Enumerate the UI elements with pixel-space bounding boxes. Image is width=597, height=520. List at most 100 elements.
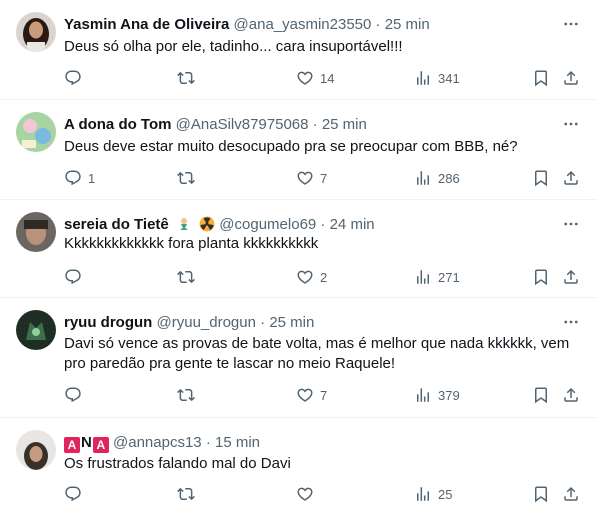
share-button[interactable] xyxy=(562,168,580,188)
views-button[interactable]: 25 xyxy=(414,484,452,504)
share-button[interactable] xyxy=(562,68,580,88)
bookmark-button[interactable] xyxy=(532,68,550,88)
separator: · xyxy=(312,116,318,133)
like-count: 2 xyxy=(320,269,328,285)
share-icon xyxy=(564,70,578,85)
user-handle[interactable]: @cogumelo69 xyxy=(219,216,316,233)
reply-button[interactable] xyxy=(64,385,88,405)
replies-feed: Yasmin Ana de Oliveira @ana_yasmin23550 … xyxy=(0,0,597,520)
reply-button[interactable] xyxy=(64,68,88,88)
tweet-header: A dona do Tom @AnaSilv87975068 · 25 min xyxy=(64,115,547,135)
avatar[interactable] xyxy=(16,310,56,350)
like-button[interactable]: 2 xyxy=(296,267,327,287)
timestamp[interactable]: 25 min xyxy=(322,116,367,133)
avatar[interactable] xyxy=(16,12,56,52)
view-count: 341 xyxy=(438,70,460,86)
views-button[interactable]: 379 xyxy=(414,385,460,405)
tweet-text: Kkkkkkkkkkkkk fora planta kkkkkkkkkk xyxy=(64,235,319,252)
tweet[interactable]: A dona do Tom @AnaSilv87975068 · 25 min … xyxy=(0,100,597,200)
user-handle[interactable]: @annapcs13 xyxy=(113,434,202,451)
bookmark-icon xyxy=(535,269,547,286)
like-button[interactable]: 14 xyxy=(296,68,334,88)
tweet-text: Davi só vence as provas de bate volta, m… xyxy=(64,335,570,372)
user-handle[interactable]: @ana_yasmin23550 xyxy=(234,16,372,33)
action-bar: 2 271 xyxy=(0,267,597,287)
view-count: 379 xyxy=(438,387,460,403)
action-bar: 25 xyxy=(0,484,597,504)
share-icon xyxy=(564,387,578,402)
reply-icon xyxy=(65,170,81,186)
display-name[interactable]: A dona do Tom xyxy=(64,116,171,133)
bookmark-icon xyxy=(535,387,547,404)
views-button[interactable]: 286 xyxy=(414,168,460,188)
share-button[interactable] xyxy=(562,484,580,504)
retweet-button[interactable] xyxy=(177,385,201,405)
separator: · xyxy=(205,434,211,451)
bookmark-icon xyxy=(535,70,547,87)
share-button[interactable] xyxy=(562,385,580,405)
retweet-icon xyxy=(177,388,195,402)
timestamp[interactable]: 24 min xyxy=(330,216,375,233)
retweet-button[interactable] xyxy=(177,267,201,287)
heart-icon xyxy=(297,388,313,402)
more-icon[interactable] xyxy=(559,212,583,236)
heart-icon xyxy=(297,171,313,185)
heart-icon xyxy=(297,71,313,85)
display-name[interactable]: Yasmin Ana de Oliveira xyxy=(64,16,229,33)
retweet-button[interactable] xyxy=(177,484,201,504)
views-icon xyxy=(417,487,429,501)
more-icon[interactable] xyxy=(559,310,583,334)
bookmark-icon xyxy=(535,170,547,187)
reply-button[interactable] xyxy=(64,484,88,504)
reply-count: 1 xyxy=(88,170,96,186)
tweet[interactable]: ryuu drogun @ryuu_drogun · 25 min Davi s… xyxy=(0,298,597,418)
timestamp[interactable]: 15 min xyxy=(215,434,260,451)
timestamp[interactable]: 25 min xyxy=(269,314,314,331)
reply-icon xyxy=(65,486,81,502)
display-name[interactable]: ryuu drogun xyxy=(64,314,152,331)
avatar[interactable] xyxy=(16,112,56,152)
bookmark-button[interactable] xyxy=(532,385,550,405)
reply-icon xyxy=(65,269,81,285)
display-name[interactable]: ANA xyxy=(64,434,109,453)
reply-button[interactable] xyxy=(64,267,88,287)
separator: · xyxy=(320,216,326,233)
timestamp[interactable]: 25 min xyxy=(385,16,430,33)
like-button[interactable] xyxy=(296,484,320,504)
user-handle[interactable]: @AnaSilv87975068 xyxy=(176,116,309,133)
tweet-text: Deus deve estar muito desocupado pra se … xyxy=(64,138,518,155)
tweet-header: ANA @annapcs13 · 15 min xyxy=(64,433,547,453)
action-bar: 7 379 xyxy=(0,385,597,405)
user-handle[interactable]: @ryuu_drogun xyxy=(157,314,256,331)
bookmark-button[interactable] xyxy=(532,484,550,504)
display-name-part: N xyxy=(81,434,92,451)
tweet[interactable]: Yasmin Ana de Oliveira @ana_yasmin23550 … xyxy=(0,0,597,100)
views-icon xyxy=(417,71,429,85)
reply-button[interactable]: 1 xyxy=(64,168,95,188)
avatar[interactable] xyxy=(16,212,56,252)
like-button[interactable]: 7 xyxy=(296,385,327,405)
bookmark-button[interactable] xyxy=(532,168,550,188)
views-icon xyxy=(417,270,429,284)
display-name[interactable]: sereia do Tietê xyxy=(64,216,169,233)
like-count: 7 xyxy=(320,170,328,186)
reply-icon xyxy=(65,387,81,403)
share-icon xyxy=(564,170,578,185)
avatar[interactable] xyxy=(16,430,56,470)
views-button[interactable]: 271 xyxy=(414,267,460,287)
tweet[interactable]: sereia do Tietê @cogumelo69 · 24 min Kkk… xyxy=(0,200,597,298)
retweet-button[interactable] xyxy=(177,168,201,188)
tweet[interactable]: ANA @annapcs13 · 15 min Os frustrados fa… xyxy=(0,418,597,520)
views-button[interactable]: 341 xyxy=(414,68,460,88)
more-icon[interactable] xyxy=(559,12,583,36)
like-count: 14 xyxy=(320,70,335,86)
more-icon[interactable] xyxy=(559,112,583,136)
like-count: 7 xyxy=(320,387,328,403)
share-button[interactable] xyxy=(562,267,580,287)
like-button[interactable]: 7 xyxy=(296,168,327,188)
tweet-text: Deus só olha por ele, tadinho... cara in… xyxy=(64,38,403,55)
share-icon xyxy=(564,269,578,284)
bookmark-button[interactable] xyxy=(532,267,550,287)
reply-icon xyxy=(65,70,81,86)
retweet-button[interactable] xyxy=(177,68,201,88)
